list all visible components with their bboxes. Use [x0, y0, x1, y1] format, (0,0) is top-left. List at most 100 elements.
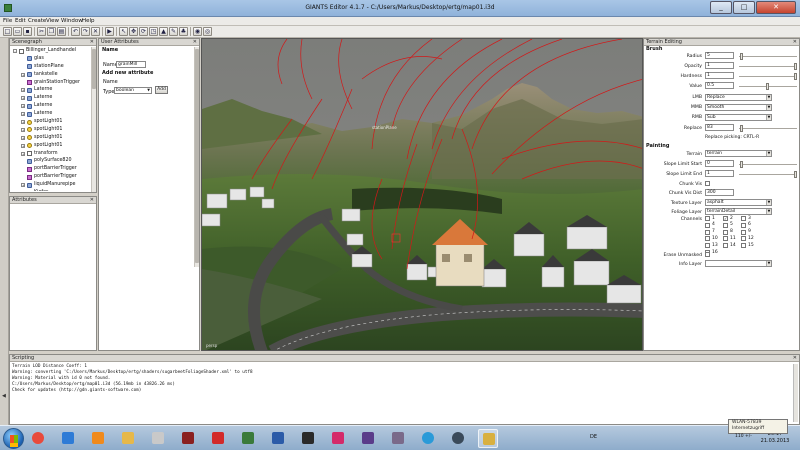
view-icon[interactable]: ◎: [203, 27, 212, 36]
expand-icon[interactable]: +: [21, 88, 25, 93]
tree-item[interactable]: portBarrierTrigger: [11, 165, 91, 173]
taskbar-chrome-button[interactable]: [28, 429, 48, 448]
channel-checkbox[interactable]: [705, 229, 710, 235]
tree-item[interactable]: + Laterne: [11, 86, 91, 94]
select-icon[interactable]: ↖: [119, 27, 128, 36]
taskbar-vlc-button[interactable]: [88, 429, 108, 448]
start-button[interactable]: [3, 428, 24, 449]
input-language-indicator[interactable]: DE: [590, 434, 597, 440]
texture-layer-select[interactable]: asphalt ▼: [705, 199, 772, 206]
expand-icon[interactable]: +: [21, 127, 25, 132]
close-icon[interactable]: ✕: [193, 39, 197, 46]
radius-field[interactable]: 5: [705, 52, 734, 59]
expand-icon[interactable]: +: [21, 151, 25, 156]
tree-item[interactable]: grainStationTrigger: [11, 79, 91, 87]
minimize-button[interactable]: _: [710, 1, 732, 14]
menu-edit[interactable]: Edit: [15, 18, 26, 24]
channel-checkbox[interactable]: [741, 236, 746, 242]
menu-view[interactable]: View: [46, 18, 59, 24]
rotate-icon[interactable]: ⟳: [139, 27, 148, 36]
tree-item[interactable]: glas: [11, 55, 91, 63]
tree-item[interactable]: + spotLight01: [11, 118, 91, 126]
erase-unmasked-checkbox[interactable]: [705, 252, 710, 257]
taskbar-word-button[interactable]: [268, 429, 288, 448]
foliage-layer-select[interactable]: terrainDetail ▼: [705, 208, 772, 215]
tree-item[interactable]: - Billinger_Landhandel: [11, 47, 91, 55]
scripting-scrollbar[interactable]: [793, 364, 798, 422]
open-icon[interactable]: ▭: [13, 27, 22, 36]
tree-item[interactable]: + liquidManurepipe: [11, 181, 91, 189]
move-icon[interactable]: ✥: [129, 27, 138, 36]
radius-slider[interactable]: [739, 53, 797, 60]
tree-item[interactable]: + Laterne: [11, 94, 91, 102]
channel-checkbox[interactable]: [705, 216, 710, 221]
channel-checkbox[interactable]: [741, 222, 746, 228]
collapse-icon[interactable]: -: [13, 49, 17, 53]
terrain-paint-icon[interactable]: ✎: [169, 27, 178, 36]
taskbar-giants-editor-button[interactable]: [478, 429, 498, 448]
taskbar-network-button[interactable]: [328, 429, 348, 448]
channel-checkbox[interactable]: [705, 222, 710, 228]
scale-icon[interactable]: ◳: [149, 27, 158, 36]
undo-icon[interactable]: ↶: [71, 27, 80, 36]
expand-icon[interactable]: +: [21, 104, 25, 109]
taskbar-itunes-button[interactable]: [148, 429, 168, 448]
expand-icon[interactable]: +: [21, 135, 25, 140]
tree-item[interactable]: + spotLight01: [11, 142, 91, 150]
scenegraph-scrollbar[interactable]: [91, 47, 96, 192]
rmb-select[interactable]: Sub ▼: [705, 114, 772, 121]
foliage-paint-icon[interactable]: ♣: [179, 27, 188, 36]
chunk-vis-checkbox[interactable]: [705, 181, 710, 186]
expand-icon[interactable]: +: [21, 183, 25, 188]
tree-item[interactable]: +Kiefer: [11, 189, 91, 191]
expand-icon[interactable]: +: [21, 120, 25, 125]
channel-checkbox[interactable]: [723, 222, 728, 228]
close-icon[interactable]: ✕: [90, 39, 94, 46]
taskbar-steam-button[interactable]: [448, 429, 468, 448]
channel-checkbox[interactable]: [741, 243, 746, 249]
maximize-button[interactable]: □: [733, 1, 755, 14]
tree-item[interactable]: + transform: [11, 150, 91, 158]
close-icon[interactable]: ✕: [90, 197, 94, 204]
expand-icon[interactable]: +: [21, 72, 25, 77]
hardness-field[interactable]: 1: [705, 72, 734, 79]
value-slider[interactable]: [739, 83, 797, 90]
user-attributes-scrollbar[interactable]: [194, 47, 199, 267]
replace-field[interactable]: 83: [705, 124, 734, 131]
dock-arrow-icon[interactable]: ◀: [2, 393, 6, 399]
terrain-select[interactable]: terrain ▼: [705, 150, 772, 157]
channel-checkbox[interactable]: [741, 216, 746, 221]
new-icon[interactable]: □: [3, 27, 12, 36]
slope-end-field[interactable]: 1: [705, 170, 734, 177]
close-icon[interactable]: ✕: [793, 39, 797, 46]
slope-end-slider[interactable]: [739, 171, 797, 178]
expand-icon[interactable]: +: [21, 143, 25, 148]
channel-checkbox[interactable]: [705, 236, 710, 242]
tree-item[interactable]: + Laterne: [11, 110, 91, 118]
camera-icon[interactable]: ◉: [193, 27, 202, 36]
delete-icon[interactable]: ✕: [91, 27, 100, 36]
channel-checkbox[interactable]: [741, 229, 746, 235]
redo-icon[interactable]: ↷: [81, 27, 90, 36]
info-layer-select[interactable]: ▼: [705, 260, 772, 267]
terrain-sculpt-icon[interactable]: ▲: [159, 27, 168, 36]
menu-create[interactable]: Create: [28, 18, 46, 24]
taskbar-internet-explorer-button[interactable]: [58, 429, 78, 448]
tree-item[interactable]: + Laterne: [11, 102, 91, 110]
taskbar-avira-button[interactable]: [208, 429, 228, 448]
3d-viewport[interactable]: stationPlane persp: [201, 38, 643, 351]
cut-icon[interactable]: ✂: [37, 27, 46, 36]
taskbar-camtasia-button[interactable]: [358, 429, 378, 448]
expand-icon[interactable]: +: [21, 96, 25, 101]
opacity-slider[interactable]: [739, 63, 797, 70]
add-attribute-button[interactable]: Add: [155, 86, 168, 94]
paste-icon[interactable]: ▤: [57, 27, 66, 36]
expand-icon[interactable]: +: [21, 112, 25, 117]
channel-checkbox[interactable]: ✓: [723, 216, 728, 221]
close-icon[interactable]: ✕: [793, 355, 797, 362]
taskbar-skype-button[interactable]: [418, 429, 438, 448]
slope-start-field[interactable]: 0: [705, 160, 734, 167]
opacity-field[interactable]: 1: [705, 62, 734, 69]
menu-window[interactable]: Window: [61, 18, 83, 24]
replace-slider[interactable]: [739, 125, 797, 132]
